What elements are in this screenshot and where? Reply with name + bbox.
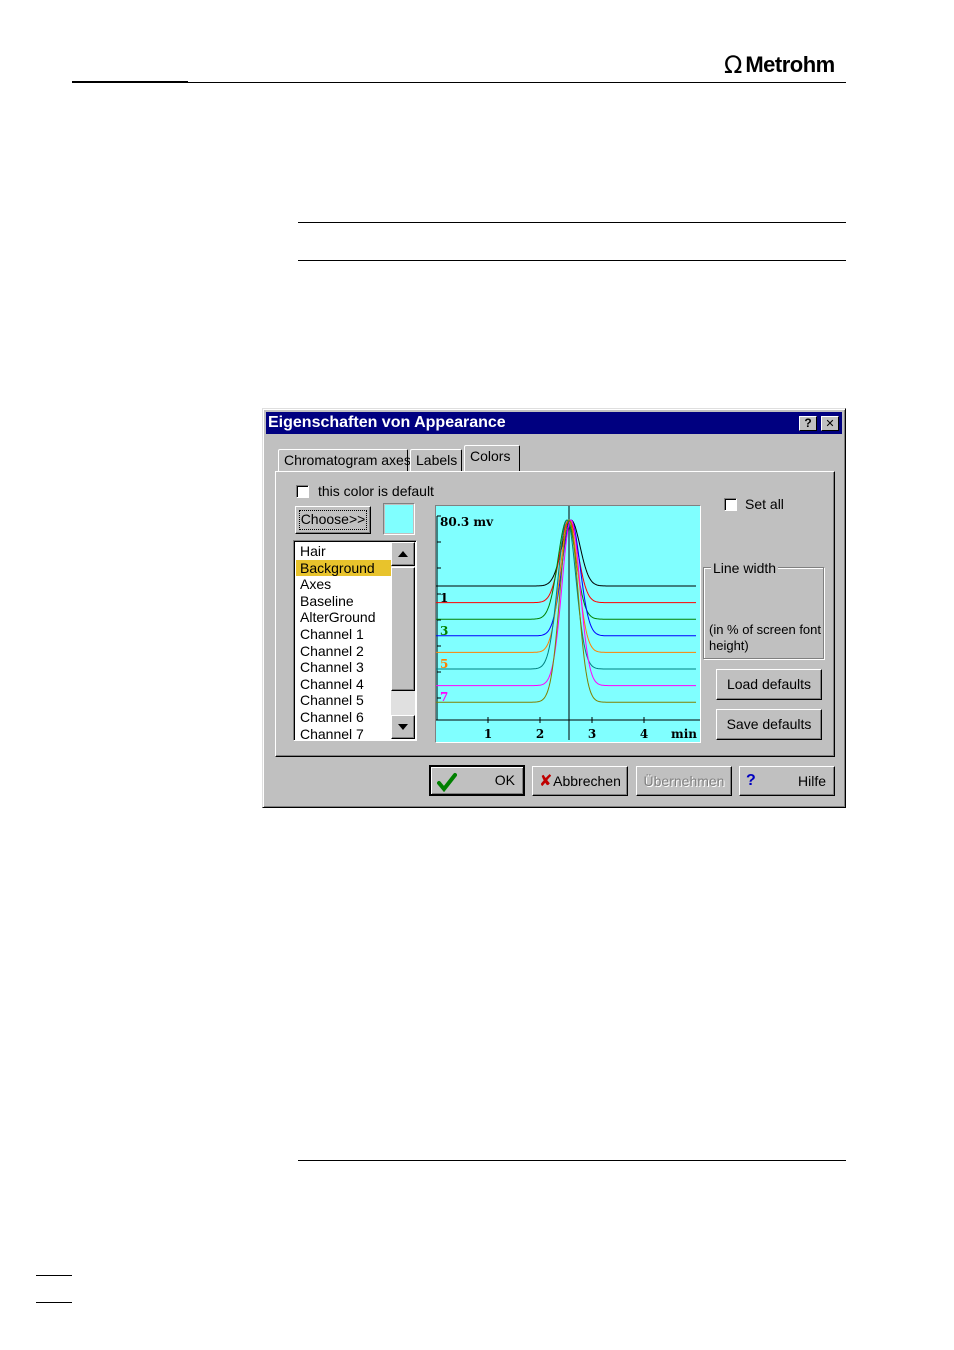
ok-label: OK [494, 772, 515, 788]
close-icon: ✕ [825, 417, 835, 430]
header-rule [188, 82, 846, 83]
choose-button[interactable]: Choose>> [295, 506, 371, 534]
line-width-note: (in % of screen font height) [709, 622, 821, 653]
help-label: Hilfe [797, 773, 826, 789]
color-element-list[interactable]: Channel 7 Channel 6 Channel 5 Channel 4 Chan… [293, 540, 417, 741]
preview-chart: 1 2 3 4 min 80.3 mv 1 3 5 7 [436, 506, 700, 742]
x-tick-label: 4 [640, 727, 648, 741]
close-button[interactable]: ✕ [821, 416, 839, 431]
default-color-label: this color is default [318, 483, 434, 499]
list-item[interactable]: Channel 2 [298, 643, 392, 659]
preview-background [436, 506, 700, 742]
channel-label: 1 [440, 591, 448, 605]
help-title-button[interactable]: ? [799, 416, 817, 431]
list-item[interactable]: Channel 4 [298, 676, 392, 692]
appearance-properties-dialog: Eigenschaften von Appearance ? ✕ Chromat… [262, 408, 846, 808]
list-item[interactable]: Channel 5 [298, 692, 392, 708]
list-item[interactable]: Channel 6 [298, 709, 392, 725]
brand-name: Metrohm [745, 52, 835, 77]
ok-button[interactable]: OK [429, 765, 525, 796]
color-swatch[interactable] [383, 503, 415, 535]
list-item[interactable]: Hair [298, 543, 392, 559]
set-all-label: Set all [745, 496, 784, 512]
metrohm-logo: Ω Metrohm [724, 50, 835, 80]
channel-label: 5 [440, 657, 448, 671]
channel-label: 3 [440, 624, 448, 638]
header-rule-thick [72, 81, 188, 83]
x-axis-label: min [671, 727, 697, 741]
cancel-label: Abbrechen [553, 773, 621, 789]
list-item[interactable]: Baseline [298, 593, 392, 609]
default-color-checkbox[interactable] [296, 485, 309, 498]
dialog-titlebar[interactable]: Eigenschaften von Appearance ? ✕ [266, 412, 842, 434]
list-item[interactable]: Channel 3 [298, 659, 392, 675]
list-item[interactable]: Channel 7 [298, 726, 392, 740]
set-all-checkbox[interactable] [724, 498, 737, 511]
page-mark-2 [36, 1302, 72, 1303]
scroll-thumb[interactable] [391, 567, 415, 691]
page-mark-1 [36, 1275, 72, 1276]
list-item[interactable]: Channel 1 [298, 626, 392, 642]
help-icon: ? [746, 772, 756, 789]
list-item[interactable]: AlterGround [298, 609, 392, 625]
x-tick-label: 1 [484, 727, 492, 741]
channel-label: 7 [440, 690, 448, 704]
scroll-up-button[interactable] [391, 542, 415, 566]
tab-colors[interactable]: Colors [464, 445, 520, 471]
section-rule-bottom [298, 260, 846, 261]
x-tick-label: 2 [536, 727, 544, 741]
list-scrollbar[interactable] [391, 542, 415, 739]
cancel-button[interactable]: ✘ Abbrechen [532, 766, 628, 796]
list-item[interactable]: Axes [298, 576, 392, 592]
arrow-down-icon [398, 724, 408, 730]
dialog-title: Eigenschaften von Appearance [268, 414, 506, 431]
chromatogram-preview: 1 2 3 4 min 80.3 mv 1 3 5 7 [435, 505, 701, 743]
omega-icon: Ω [724, 51, 743, 79]
load-defaults-button[interactable]: Load defaults [716, 669, 822, 700]
y-axis-label: 80.3 mv [440, 515, 494, 529]
help-button[interactable]: ? Hilfe [739, 766, 835, 796]
scroll-down-button[interactable] [391, 715, 415, 739]
tab-labels[interactable]: Labels [410, 449, 462, 471]
line-width-legend: Line width [711, 560, 779, 576]
arrow-up-icon [398, 551, 408, 557]
apply-button[interactable]: Übernehmen [636, 766, 732, 796]
tab-chromatogram-axes[interactable]: Chromatogram axes [278, 449, 411, 471]
color-swatch-fill [385, 505, 413, 533]
x-tick-label: 3 [588, 727, 596, 741]
cancel-x-icon: ✘ [539, 771, 553, 790]
footer-rule [298, 1160, 846, 1161]
section-rule-top [298, 222, 846, 223]
checkmark-icon [437, 773, 457, 792]
save-defaults-button[interactable]: Save defaults [716, 709, 822, 740]
list-item[interactable]: Background [296, 559, 394, 576]
